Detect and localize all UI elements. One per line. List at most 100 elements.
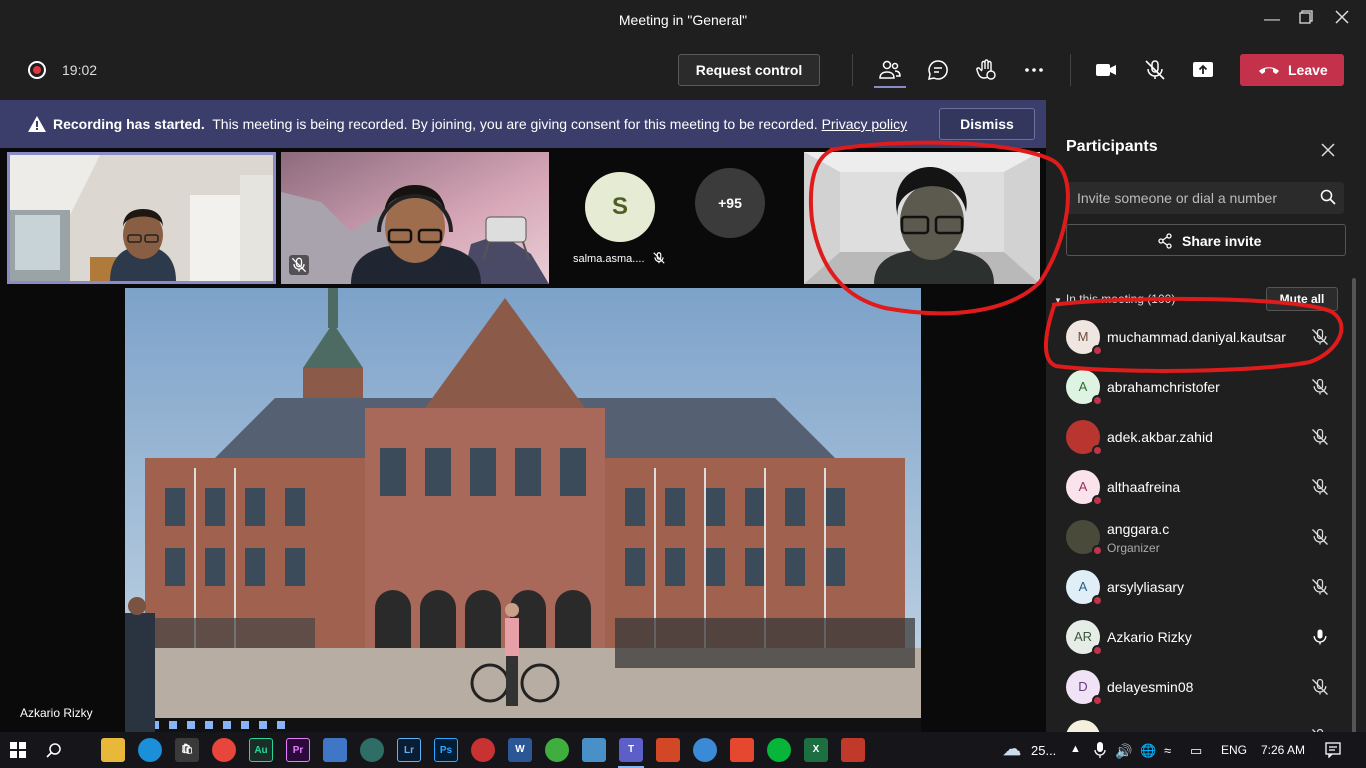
banner-message: This meeting is being recorded. By joini…: [212, 116, 818, 132]
store-icon[interactable]: 🛍: [175, 738, 199, 762]
participant-row[interactable]: adek.akbar.zahid: [1046, 412, 1352, 462]
video-tile[interactable]: S salma.asma....: [556, 152, 680, 284]
app-icon[interactable]: [693, 738, 717, 762]
app-icon[interactable]: [545, 738, 569, 762]
tray-chevron-icon[interactable]: ▲: [1070, 743, 1081, 755]
search-icon[interactable]: [1320, 189, 1336, 205]
teams-icon[interactable]: T: [619, 738, 643, 762]
camera-icon[interactable]: [1094, 58, 1118, 82]
share-invite-button[interactable]: Share invite: [1066, 224, 1346, 256]
mic-off-icon[interactable]: [1310, 677, 1330, 697]
participant-row[interactable]: Mmuchammad.daniyal.kautsar: [1046, 312, 1352, 362]
excel-icon[interactable]: X: [804, 738, 828, 762]
close-icon[interactable]: [1318, 140, 1338, 160]
window-title: Meeting in "General": [618, 12, 748, 28]
share-screen-icon[interactable]: [1191, 58, 1215, 82]
file-explorer-icon[interactable]: [101, 738, 125, 762]
weather-text[interactable]: 25...: [1031, 743, 1056, 758]
participant-row[interactable]: Aabrahamchristofer: [1046, 362, 1352, 412]
close-window-icon[interactable]: [1330, 8, 1354, 32]
mic-off-icon[interactable]: [1143, 58, 1167, 82]
mic-off-icon[interactable]: [1310, 477, 1330, 497]
audition-icon[interactable]: Au: [249, 738, 273, 762]
warning-icon: [28, 116, 46, 132]
mic-off-icon[interactable]: [1310, 377, 1330, 397]
more-actions-icon[interactable]: [1022, 58, 1046, 82]
app-icon[interactable]: [582, 738, 606, 762]
edge-icon[interactable]: [138, 738, 162, 762]
mic-off-icon[interactable]: [1310, 527, 1330, 547]
avatar: A: [1066, 570, 1103, 606]
banner-bold-text: Recording has started.: [53, 116, 205, 132]
dismiss-button[interactable]: Dismiss: [939, 108, 1035, 140]
avatar: [1066, 420, 1103, 456]
avatar: AR: [1066, 620, 1103, 656]
avatar: [1066, 520, 1103, 556]
scrollbar[interactable]: [1352, 278, 1356, 732]
premiere-icon[interactable]: Pr: [286, 738, 310, 762]
leave-button[interactable]: Leave: [1240, 54, 1344, 86]
app-icon[interactable]: [656, 738, 680, 762]
chevron-down-icon: ▼: [1054, 296, 1062, 305]
wifi-icon[interactable]: ≈: [1164, 743, 1171, 758]
participant-row[interactable]: Aarsylyliasary: [1046, 562, 1352, 612]
notifications-icon[interactable]: [1325, 742, 1341, 758]
chrome-icon[interactable]: [212, 738, 236, 762]
overflow-count: +95: [695, 168, 765, 238]
invite-input[interactable]: [1066, 182, 1344, 214]
app-icon[interactable]: [841, 738, 865, 762]
overflow-tile[interactable]: +95: [684, 152, 794, 284]
mic-off-icon[interactable]: [1310, 427, 1330, 447]
lightroom-icon[interactable]: Lr: [397, 738, 421, 762]
participant-row[interactable]: Aalthaafreina: [1046, 462, 1352, 512]
participant-name: arsylyliasary: [1107, 579, 1185, 595]
participant-name: althaafreina: [1107, 479, 1181, 495]
video-tile[interactable]: [7, 152, 276, 284]
privacy-policy-link[interactable]: Privacy policy: [822, 116, 908, 132]
avatar-initials: A: [1078, 379, 1088, 394]
participant-name: adek.akbar.zahid: [1107, 429, 1213, 445]
notes-icon[interactable]: [323, 738, 347, 762]
show-conversation-icon[interactable]: [926, 58, 950, 82]
network-icon[interactable]: 🌐: [1140, 743, 1156, 759]
request-control-button[interactable]: Request control: [678, 54, 820, 86]
maximize-icon[interactable]: [1294, 8, 1318, 32]
weather-icon[interactable]: ☁: [1000, 738, 1024, 762]
app-icon[interactable]: [360, 738, 384, 762]
mic-off-icon[interactable]: [1310, 577, 1330, 597]
participant-row[interactable]: anggara.c Organizer: [1046, 512, 1352, 562]
show-participants-icon[interactable]: [878, 58, 902, 82]
presence-status-icon: [1092, 645, 1103, 656]
presence-status-icon: [1092, 595, 1103, 606]
participant-name: muchammad.daniyal.kautsar: [1107, 329, 1286, 345]
participant-row[interactable]: hafizhkavindra: [1046, 712, 1352, 732]
clock[interactable]: 7:26 AM: [1261, 743, 1305, 757]
app-icon[interactable]: [471, 738, 495, 762]
video-tile[interactable]: [804, 152, 1040, 284]
recording-icon: [28, 61, 46, 79]
video-tile[interactable]: [281, 152, 549, 284]
banner-text: Recording has started. This meeting is b…: [53, 116, 907, 132]
mute-all-button[interactable]: Mute all: [1266, 287, 1338, 311]
mic-on-icon[interactable]: [1310, 627, 1330, 647]
toolbar-divider: [852, 54, 853, 86]
mic-icon[interactable]: [1094, 742, 1106, 758]
section-header[interactable]: ▼ In this meeting (100): [1054, 292, 1175, 306]
search-icon[interactable]: [46, 742, 62, 758]
shared-screen[interactable]: [125, 288, 921, 732]
battery-icon[interactable]: ▭: [1190, 743, 1202, 759]
windows-start-icon[interactable]: [10, 742, 26, 758]
mic-off-icon[interactable]: [1310, 327, 1330, 347]
participant-row[interactable]: AR Azkario Rizky: [1046, 612, 1352, 662]
participant-name: anggara.c: [1107, 521, 1170, 537]
word-icon[interactable]: W: [508, 738, 532, 762]
minimize-icon[interactable]: —: [1260, 8, 1284, 32]
line-icon[interactable]: [767, 738, 791, 762]
participant-row[interactable]: Ddelayesmin08: [1046, 662, 1352, 712]
tile-name: salma.asma....: [573, 253, 645, 265]
photoshop-icon[interactable]: Ps: [434, 738, 458, 762]
app-icon[interactable]: [730, 738, 754, 762]
volume-icon[interactable]: 🔊: [1115, 743, 1132, 760]
language-indicator[interactable]: ENG: [1221, 743, 1247, 757]
reactions-icon[interactable]: [974, 58, 998, 82]
